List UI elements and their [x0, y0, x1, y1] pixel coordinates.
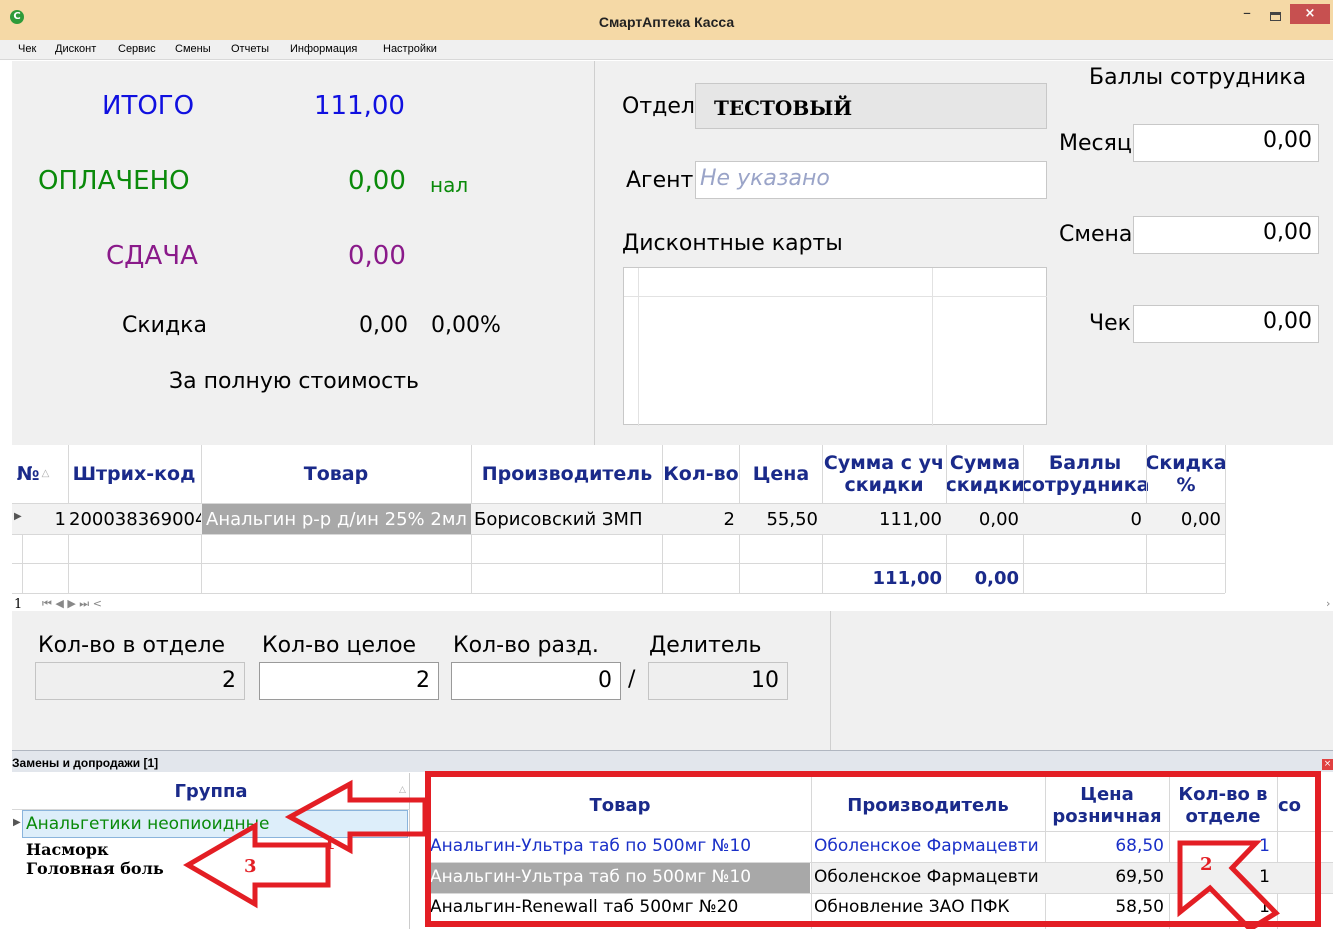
arrow-1-icon	[284, 779, 428, 855]
annotation-number-1: 1	[323, 833, 336, 854]
annotation-number-3: 3	[244, 856, 257, 877]
annotation-number-2: 2	[1200, 854, 1213, 875]
annotation-arrows	[183, 779, 1280, 929]
arrow-3-icon	[183, 821, 331, 909]
arrow-2-icon	[1177, 840, 1280, 929]
